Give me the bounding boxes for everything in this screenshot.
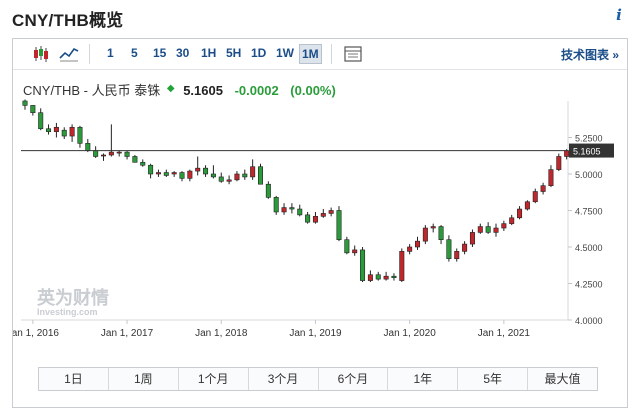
candle-body xyxy=(148,164,154,175)
candle-body xyxy=(407,246,413,252)
range-button-1[interactable]: 1周 xyxy=(109,368,179,390)
range-button-3[interactable]: 3个月 xyxy=(249,368,319,390)
candle-body xyxy=(305,214,311,223)
candle-body xyxy=(414,240,420,248)
candle-body xyxy=(242,173,248,178)
candle-body xyxy=(556,156,562,170)
candle-body xyxy=(430,226,436,229)
candle-body xyxy=(108,151,114,156)
candle-body xyxy=(548,169,554,186)
range-button-5[interactable]: 1年 xyxy=(388,368,459,390)
y-tick-label: 4.7500 xyxy=(575,207,603,217)
y-tick-label: 5.2500 xyxy=(575,134,603,144)
candle-body xyxy=(469,232,475,245)
range-button-6[interactable]: 5年 xyxy=(458,368,529,390)
x-tick-label: Jan 1, 2018 xyxy=(195,328,248,339)
watermark-sub: Investing.com xyxy=(37,307,98,317)
candle-body xyxy=(155,172,161,175)
candle-body xyxy=(540,185,546,192)
current-price-label: 5.1605 xyxy=(573,147,601,157)
chart-panel: 1 5 15 30 1H 5H 1D 1W 1M 技术图表 » CNY/THB - 人民币 泰铢… xyxy=(12,38,628,408)
candle-body xyxy=(336,210,342,241)
candle-body xyxy=(61,129,67,137)
candle-body xyxy=(265,183,271,198)
candle-body xyxy=(564,150,570,157)
candle-body xyxy=(250,166,256,178)
candle-body xyxy=(391,275,397,278)
page-title: CNY/THB概览 xyxy=(12,11,124,30)
range-button-2[interactable]: 1个月 xyxy=(179,368,249,390)
candle-body xyxy=(226,179,232,182)
range-button-7[interactable]: 最大值 xyxy=(528,368,597,390)
x-tick-label: Jan 1, 2019 xyxy=(289,328,342,339)
candle-body xyxy=(344,239,350,254)
candle-body xyxy=(383,275,389,280)
candle-body xyxy=(446,239,452,259)
range-button-0[interactable]: 1日 xyxy=(39,368,109,390)
candle-body xyxy=(312,216,318,223)
range-button-4[interactable]: 6个月 xyxy=(319,368,389,390)
y-tick-label: 4.0000 xyxy=(575,316,603,326)
candle-body xyxy=(210,173,216,178)
y-tick-label: 4.5000 xyxy=(575,243,603,253)
candle-body xyxy=(320,213,326,217)
candle-body xyxy=(163,172,169,176)
candle-body xyxy=(46,128,52,132)
candle-body xyxy=(422,227,428,242)
candle-body xyxy=(501,223,507,229)
candle-body xyxy=(360,249,366,281)
x-tick-label: Jan 1, 2016 xyxy=(13,328,59,339)
y-tick-label: 5.0000 xyxy=(575,170,603,180)
x-tick-label: Jan 1, 2020 xyxy=(384,328,437,339)
candle-body xyxy=(30,105,36,113)
candle-body xyxy=(140,162,146,166)
candle-body xyxy=(258,166,264,185)
candle-body xyxy=(517,208,523,219)
candle-body xyxy=(328,210,334,214)
x-tick-label: Jan 1, 2017 xyxy=(101,328,154,339)
candle-body xyxy=(462,243,468,252)
candle-body xyxy=(203,167,209,175)
candle-body xyxy=(399,251,405,281)
candle-body xyxy=(234,173,240,181)
candle-body xyxy=(171,172,177,175)
candle-body xyxy=(281,207,287,213)
candle-body xyxy=(124,151,130,157)
info-icon[interactable]: i xyxy=(612,6,626,24)
candle-body xyxy=(273,197,279,213)
candle-body xyxy=(195,167,201,172)
candle-body xyxy=(352,249,358,254)
candle-body xyxy=(69,126,75,137)
candle-body xyxy=(218,176,224,182)
x-tick-label: Jan 1, 2021 xyxy=(478,328,531,339)
candle-body xyxy=(132,156,138,163)
watermark-brand: 英为财情 xyxy=(36,287,109,309)
candle-body xyxy=(22,100,28,106)
candle-body xyxy=(375,274,381,280)
candle-body xyxy=(38,112,44,130)
candle-body xyxy=(187,170,193,179)
candle-body xyxy=(477,226,483,233)
candle-body xyxy=(289,207,295,210)
candle-body xyxy=(93,150,99,157)
y-tick-label: 4.2500 xyxy=(575,280,603,290)
candle-body xyxy=(532,191,538,203)
candle-body xyxy=(53,126,59,132)
candle-body xyxy=(116,151,122,154)
range-selector: 1日 1周 1个月 3个月 6个月 1年 5年 最大值 xyxy=(38,367,598,391)
candle-body xyxy=(101,154,107,157)
candle-body xyxy=(509,217,515,224)
candle-body xyxy=(297,208,303,216)
candle-body xyxy=(454,251,460,259)
candle-body xyxy=(485,226,491,233)
candle-body xyxy=(179,172,185,179)
candle-body xyxy=(438,226,444,240)
candle-body xyxy=(77,126,83,144)
candle-body xyxy=(524,201,530,210)
candlestick-chart: 英为财情Investing.com 5.2500 5.0000 4.7500 4.500… xyxy=(13,99,614,339)
candle-body xyxy=(85,143,91,151)
candle-body xyxy=(493,227,499,233)
candle-body xyxy=(367,274,373,281)
